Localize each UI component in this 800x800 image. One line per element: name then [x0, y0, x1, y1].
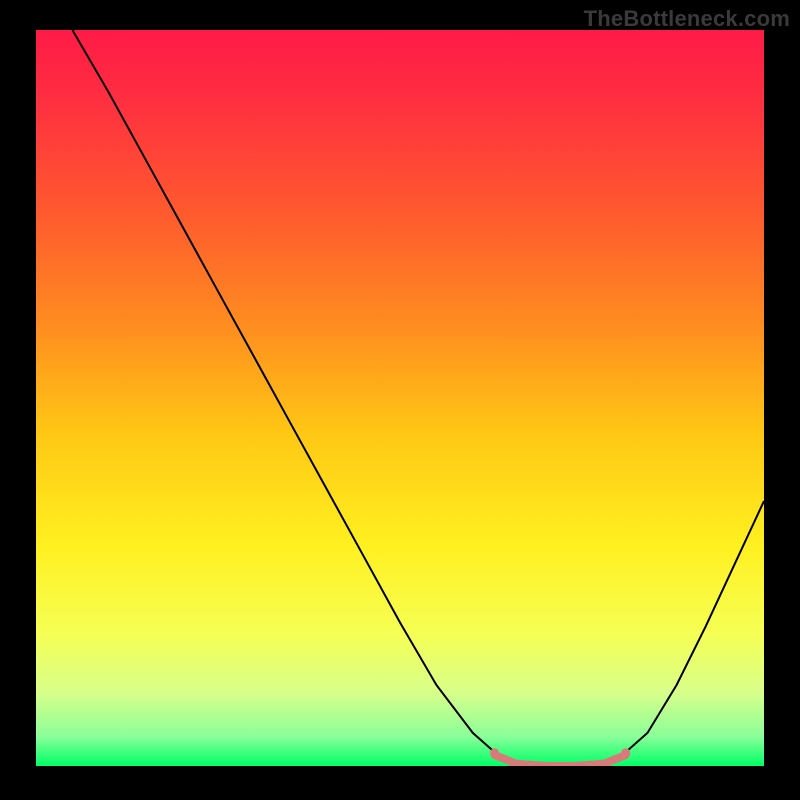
- chart-canvas: TheBottleneck.com: [0, 0, 800, 800]
- chart-svg: [36, 30, 764, 766]
- plot-area: [36, 30, 764, 766]
- watermark-text: TheBottleneck.com: [584, 6, 790, 32]
- gradient-background: [36, 30, 764, 766]
